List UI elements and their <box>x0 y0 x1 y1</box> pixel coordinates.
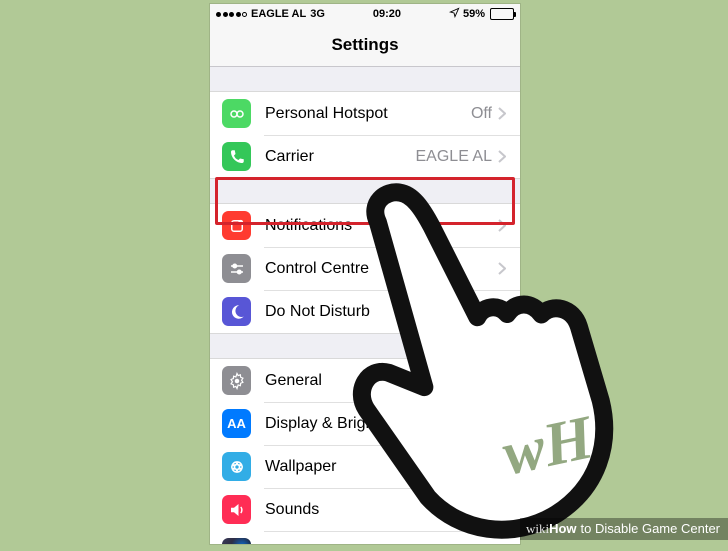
row-carrier[interactable]: Carrier EAGLE AL <box>210 135 520 178</box>
row-detail: Off <box>471 105 492 123</box>
display-icon: AA <box>222 409 251 438</box>
row-label: Display & Brightness <box>265 415 498 433</box>
row-label: Do Not Disturb <box>265 303 498 321</box>
status-left: EAGLE AL 3G <box>216 8 325 20</box>
siri-icon <box>222 538 251 544</box>
row-label: Carrier <box>265 148 416 166</box>
carrier-text: EAGLE AL <box>251 8 306 20</box>
row-general[interactable]: General <box>210 359 520 402</box>
page-title: Settings <box>331 35 398 55</box>
row-display[interactable]: AA Display & Brightness <box>210 402 520 445</box>
notifications-icon <box>222 211 251 240</box>
chevron-right-icon <box>498 374 506 387</box>
hotspot-icon <box>222 99 251 128</box>
row-sounds[interactable]: Sounds <box>210 488 520 531</box>
general-icon <box>222 366 251 395</box>
sounds-icon <box>222 495 251 524</box>
row-wallpaper[interactable]: Wallpaper <box>210 445 520 488</box>
row-notifications[interactable]: Notifications <box>210 204 520 247</box>
settings-group-connectivity: Personal Hotspot Off Carrier EAGLE AL <box>210 91 520 179</box>
chevron-right-icon <box>498 150 506 163</box>
phone-icon <box>222 142 251 171</box>
row-personal-hotspot[interactable]: Personal Hotspot Off <box>210 92 520 135</box>
row-siri[interactable]: Siri <box>210 531 520 544</box>
chevron-right-icon <box>498 503 506 516</box>
dnd-icon <box>222 297 251 326</box>
nav-bar: Settings <box>210 24 520 67</box>
phone-screen: EAGLE AL 3G 09:20 59% Settings Personal … <box>210 4 520 544</box>
brand-wiki: wiki <box>526 521 549 537</box>
settings-group-device: General AA Display & Brightness Wallpape… <box>210 358 520 544</box>
footer-caption: wikiHow to Disable Game Center <box>520 518 728 540</box>
row-detail: EAGLE AL <box>416 148 493 166</box>
location-icon <box>449 7 460 21</box>
chevron-right-icon <box>498 460 506 473</box>
row-label: Control Centre <box>265 260 498 278</box>
row-label: Siri <box>265 544 498 545</box>
chevron-right-icon <box>498 417 506 430</box>
battery-pct: 59% <box>463 8 485 20</box>
row-label: Wallpaper <box>265 458 498 476</box>
settings-group-alerts: Notifications Control Centre Do Not Dist… <box>210 203 520 334</box>
status-bar: EAGLE AL 3G 09:20 59% <box>210 4 520 24</box>
wallpaper-icon <box>222 452 251 481</box>
row-label: Notifications <box>265 217 498 235</box>
row-label: Personal Hotspot <box>265 105 471 123</box>
footer-title: to Disable Game Center <box>581 521 720 536</box>
chevron-right-icon <box>498 219 506 232</box>
row-label: General <box>265 372 498 390</box>
chevron-right-icon <box>498 262 506 275</box>
status-time: 09:20 <box>373 8 401 20</box>
status-right: 59% <box>449 7 514 21</box>
signal-dots-icon <box>216 12 247 17</box>
row-label: Sounds <box>265 501 498 519</box>
row-control-centre[interactable]: Control Centre <box>210 247 520 290</box>
row-do-not-disturb[interactable]: Do Not Disturb <box>210 290 520 333</box>
battery-icon <box>490 8 514 20</box>
chevron-right-icon <box>498 107 506 120</box>
chevron-right-icon <box>498 305 506 318</box>
network-text: 3G <box>310 8 325 20</box>
brand-how: How <box>549 521 576 536</box>
control-centre-icon <box>222 254 251 283</box>
